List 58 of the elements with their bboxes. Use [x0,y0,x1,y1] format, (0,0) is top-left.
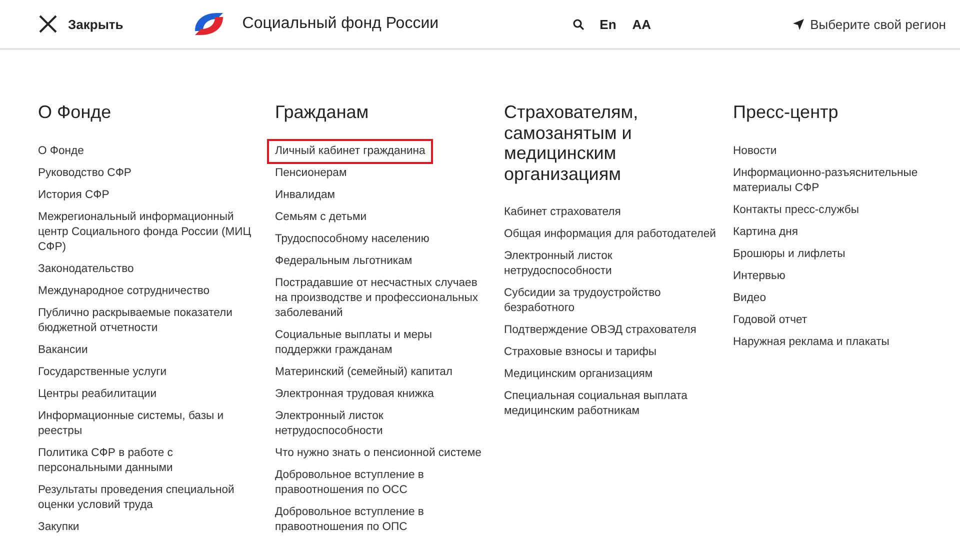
menu-link[interactable]: Электронный листок нетрудоспособности [267,404,498,444]
site-title: Социальный фонд России [242,15,439,33]
menu-link[interactable]: О Фонде [30,138,92,164]
menu-link[interactable]: Межрегиональный информационный центр Социального фонда России (МИЦ СФР) [30,204,261,260]
column-heading: О Фонде [38,102,112,122]
menu-link[interactable]: Страховые взносы и тарифы [496,340,665,365]
menu-link[interactable]: Инвалидам [267,182,344,208]
menu-link[interactable]: Руководство СФР [30,160,140,186]
menu-link[interactable]: Социальные выплаты и меры поддержки гражданам [267,322,498,362]
menu-link[interactable]: Результаты проведения специальной оценки условий труда [30,478,261,518]
menu-link[interactable]: Законодательство [30,256,142,282]
menu-link[interactable]: Вакансии [30,338,96,362]
menu-link[interactable]: Политика СФР в работе с персональными данными [30,440,261,480]
menu-link[interactable]: История СФР [30,182,118,208]
menu-link[interactable]: Добровольное вступление в правоотношения по ОСС [267,462,498,502]
menu-link[interactable]: Медицинским организациям [496,362,661,387]
menu-link[interactable]: Информационно-разъяснительные материалы СФР [725,160,956,200]
menu-link[interactable]: Международное сотрудничество [30,278,218,304]
close-icon [38,14,58,34]
menu-link[interactable]: Государственные услуги [30,360,175,384]
menu-link[interactable]: Новости [725,138,785,164]
menu-link[interactable]: Пострадавшие от несчастных случаев на производстве и профессиональных заболеваний [267,270,498,326]
column-heading: Гражданам [275,102,370,122]
menu-link[interactable]: Трудоспособному населению [267,226,438,252]
menu-link[interactable]: Электронный листок нетрудоспособности [496,244,727,284]
menu-link[interactable]: Электронная трудовая книжка [267,382,442,406]
close-button[interactable]: Закрыть [38,14,124,34]
column-heading: Страхователям, самозанятым и медицинским организациям [504,102,640,184]
search-button[interactable] [572,18,584,30]
menu-link[interactable]: Материнский (семейный) капитал [267,360,461,384]
menu-link[interactable]: Кабинет страхователя [496,200,629,225]
menu-link[interactable]: Закупки [30,514,88,534]
search-icon [572,18,584,30]
region-button[interactable]: Выберите свой регион [793,16,946,32]
font-size-button[interactable]: AA [632,16,652,32]
language-button[interactable]: En [600,16,616,32]
menu-link[interactable]: Добровольное вступление в правоотношения по ОПС [267,500,498,534]
menu-link[interactable]: Личный кабинет гражданина [267,138,434,164]
column-heading: Пресс-центр [733,102,840,122]
menu-link[interactable]: Видео [725,286,774,310]
menu-link[interactable]: Годовой отчет [725,308,816,332]
menu-link[interactable]: Информационные системы, базы и реестры [30,404,261,444]
menu-link[interactable]: Что нужно знать о пенсионной системе [267,440,490,466]
menu-link[interactable]: Интервью [725,264,794,288]
menu-link[interactable]: Семьям с детьми [267,204,375,230]
menu-link[interactable]: Контакты пресс-службы [725,198,867,222]
location-arrow-icon [793,18,804,30]
menu-link[interactable]: Брошюры и лифлеты [725,242,854,266]
menu-link[interactable]: Федеральным льготникам [267,248,420,274]
menu-link[interactable]: Центры реабилитации [30,382,165,406]
menu-link[interactable]: Подтверждение ОВЭД страхователя [496,318,704,343]
menu-link[interactable]: Картина дня [725,220,806,244]
menu-link[interactable]: Пенсионерам [267,160,355,186]
menu-link[interactable]: Субсидии за трудоустройство безработного [496,281,727,321]
menu-link[interactable]: Публично раскрываемые показатели бюджетной отчетности [30,300,261,340]
menu-link[interactable]: Наружная реклама и плакаты [725,330,898,354]
menu-link[interactable]: Специальная социальная выплата медицинским работникам [496,384,727,424]
menu-link[interactable]: Общая информация для работодателей [496,222,724,247]
